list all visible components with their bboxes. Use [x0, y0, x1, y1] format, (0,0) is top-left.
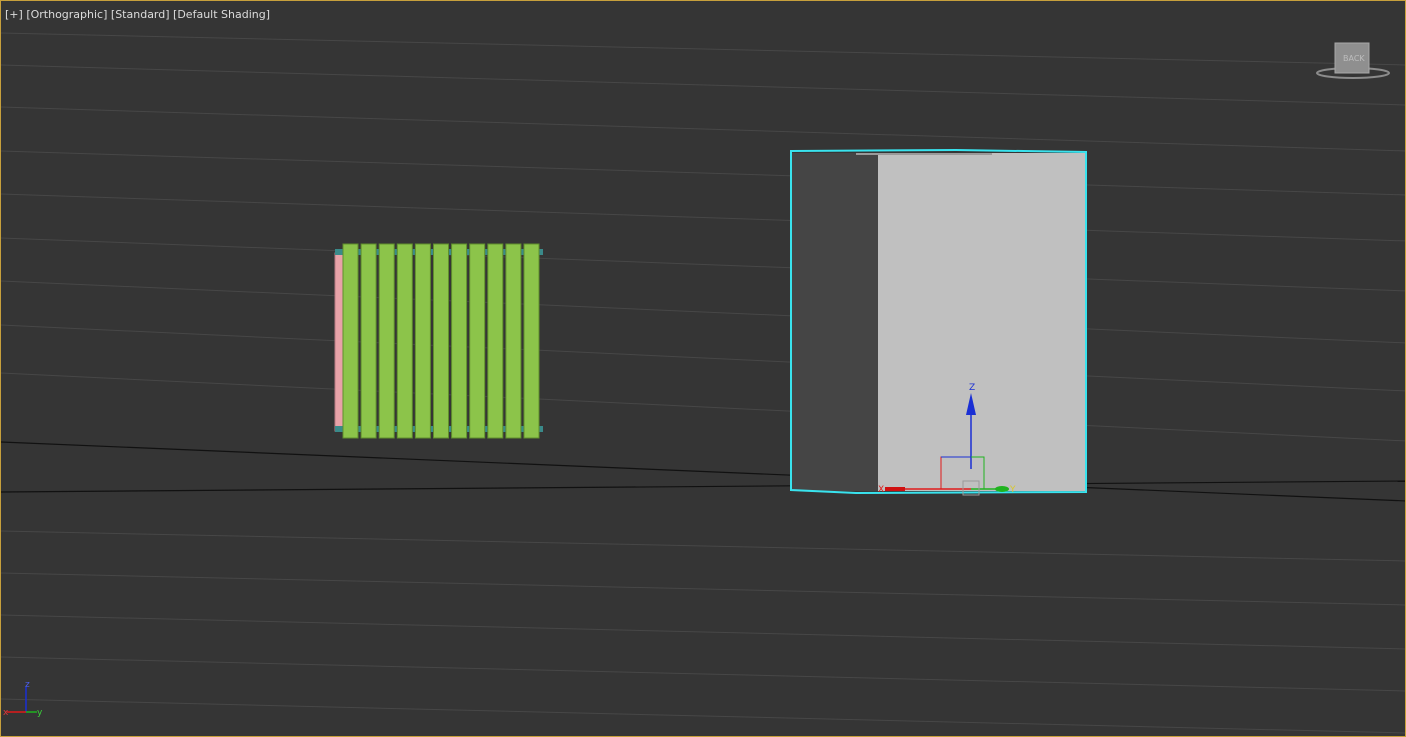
gizmo-z-label: Z [969, 383, 975, 393]
tripod-x-label: x [3, 708, 9, 718]
box-light-face [878, 153, 1086, 491]
scene-canvas[interactable]: Z X Y [1, 1, 1406, 737]
radiator-fin [414, 243, 431, 439]
box-object[interactable] [790, 148, 1087, 495]
viewcube[interactable]: BACK [1313, 39, 1393, 83]
radiator-back-panel [334, 252, 344, 432]
grid-axis-line [1, 480, 1405, 493]
tripod-z-label: z [25, 680, 30, 690]
radiator-fin [396, 243, 413, 439]
radiator-fin [342, 243, 359, 439]
grid-axis-line [1, 441, 1405, 502]
viewport-mode-menu[interactable]: [Standard] [111, 8, 170, 21]
grid-lines [1, 32, 1405, 734]
radiator-fin [433, 243, 449, 439]
gizmo-x-handle[interactable] [885, 487, 905, 491]
perspective-viewport[interactable]: Z X Y [+] [Orthographic] [Standard] [Def… [0, 0, 1406, 737]
radiator-fin [487, 243, 504, 439]
gizmo-x-label: X [878, 485, 884, 495]
viewport-view-menu[interactable]: [Orthographic] [26, 8, 107, 21]
radiator-fin [451, 243, 468, 439]
box-dark-face [792, 153, 879, 491]
box-top-edge [856, 153, 992, 155]
radiator-object[interactable] [334, 243, 543, 439]
radiator-fin [378, 243, 395, 439]
viewport-label: [+] [Orthographic] [Standard] [Default S… [5, 8, 270, 21]
radiator-fin [523, 243, 540, 439]
radiator-fin [505, 243, 522, 439]
gizmo-y-label: Y [1009, 485, 1016, 495]
radiator-fin [360, 243, 377, 439]
radiator-fin [469, 243, 486, 439]
tripod-y-label: y [37, 708, 43, 718]
world-axis-tripod: z x y [3, 680, 43, 718]
viewport-menu-plus[interactable]: [+] [5, 8, 23, 21]
viewcube-face-label: BACK [1343, 54, 1365, 63]
gizmo-y-handle[interactable] [995, 486, 1009, 492]
viewport-shading-menu[interactable]: [Default Shading] [173, 8, 270, 21]
